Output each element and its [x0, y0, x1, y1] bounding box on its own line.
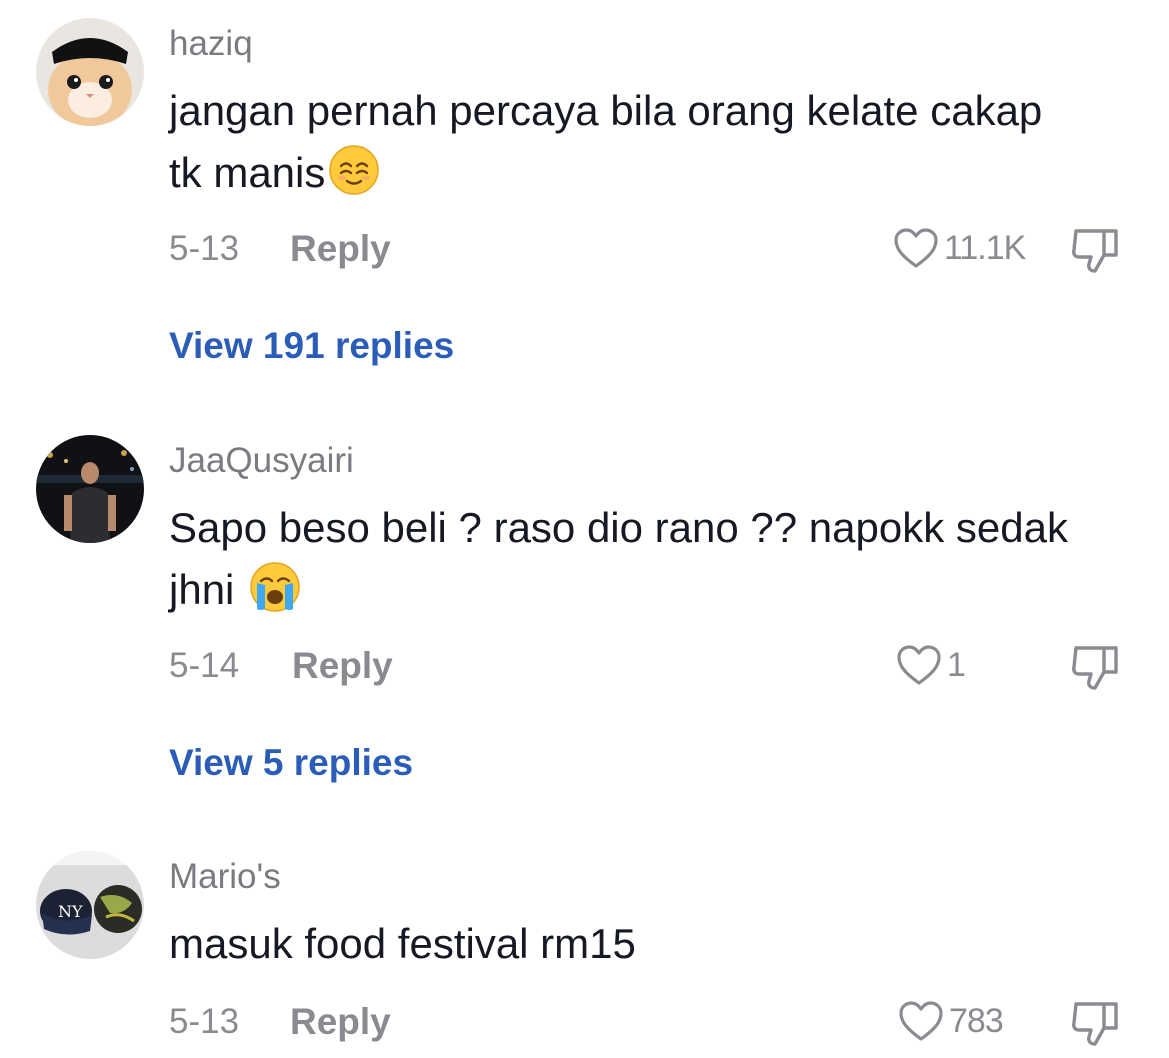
like-button[interactable]: 783	[897, 998, 1004, 1044]
comment-date: 5-13	[169, 229, 240, 268]
dislike-button[interactable]	[1068, 642, 1124, 692]
crying-face-emoji	[249, 561, 301, 613]
comment-body: masuk food festival rm15	[169, 920, 636, 967]
avatar[interactable]	[36, 435, 144, 543]
thumbs-down-icon	[1068, 225, 1124, 275]
like-button[interactable]: 1	[895, 642, 966, 688]
avatar[interactable]: NY	[36, 851, 144, 959]
thumbs-down-icon	[1068, 642, 1124, 692]
svg-text:NY: NY	[58, 902, 83, 921]
heart-outline-icon	[897, 998, 945, 1044]
dislike-button[interactable]	[1068, 225, 1124, 275]
like-count: 11.1K	[944, 228, 1026, 267]
relieved-face-emoji	[328, 144, 380, 196]
thumbs-down-icon	[1068, 998, 1124, 1048]
reply-button[interactable]: Reply	[292, 645, 393, 687]
dislike-button[interactable]	[1068, 998, 1124, 1048]
comment-text: masuk food festival rm15	[169, 913, 1069, 975]
view-replies-link[interactable]: View 5 replies	[169, 742, 413, 784]
username[interactable]: haziq	[169, 24, 253, 64]
comment-date: 5-13	[169, 1002, 240, 1041]
reply-button[interactable]: Reply	[290, 228, 391, 270]
avatar[interactable]	[36, 18, 144, 126]
heart-outline-icon	[892, 225, 940, 271]
view-replies-link[interactable]: View 191 replies	[169, 325, 454, 367]
reply-button[interactable]: Reply	[290, 1001, 391, 1043]
comment-body: jangan pernah percaya bila orang kelate …	[169, 87, 1043, 196]
comment-body: Sapo beso beli ? raso dio rano ?? napokk…	[169, 504, 1068, 613]
comment-text: Sapo beso beli ? raso dio rano ?? napokk…	[169, 497, 1069, 621]
like-button[interactable]: 11.1K	[892, 225, 1026, 271]
heart-outline-icon	[895, 642, 943, 688]
like-count: 783	[949, 1001, 1004, 1040]
comment-date: 5-14	[169, 646, 240, 685]
comment-text: jangan pernah percaya bila orang kelate …	[169, 80, 1069, 204]
username[interactable]: Mario's	[169, 857, 281, 897]
username[interactable]: JaaQusyairi	[169, 441, 354, 481]
like-count: 1	[947, 645, 966, 684]
